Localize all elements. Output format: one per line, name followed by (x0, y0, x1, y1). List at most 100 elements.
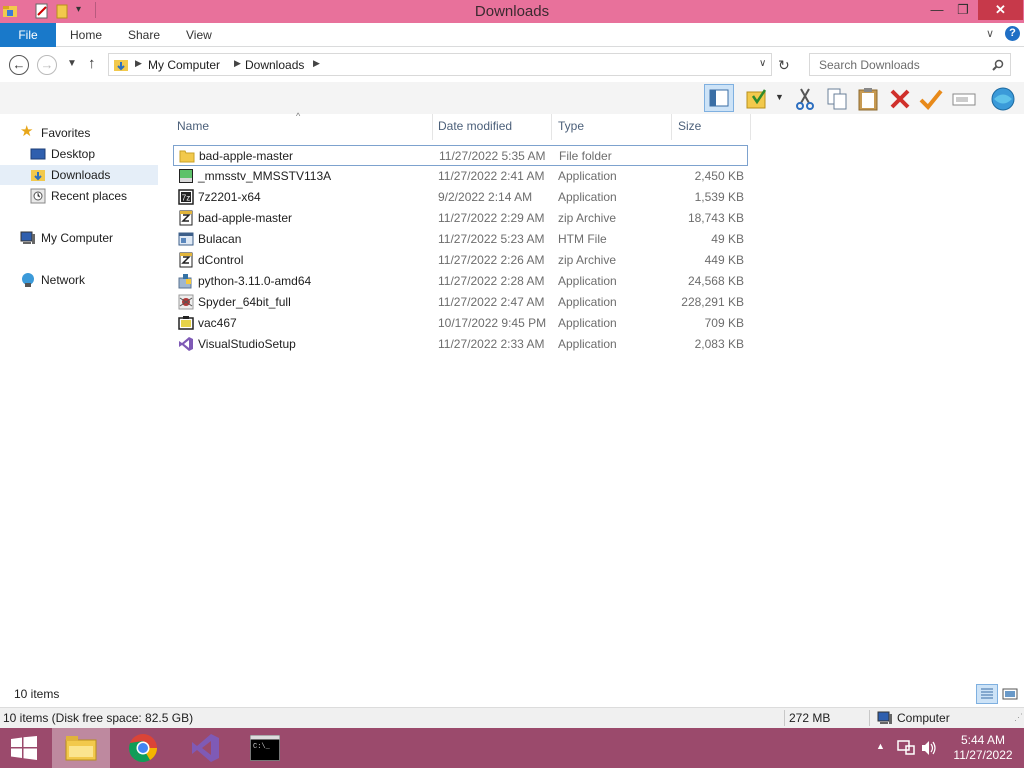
search-input[interactable]: Search Downloads (809, 53, 1011, 76)
network-status-icon[interactable] (897, 740, 915, 756)
address-bar[interactable]: ▶ My Computer ▶ Downloads ▶ ∨ (108, 53, 772, 76)
copy-icon[interactable] (824, 86, 850, 112)
nav-item-desktop[interactable]: Desktop (0, 144, 158, 164)
column-header-type[interactable]: Type (558, 119, 584, 133)
taskbar-command-prompt[interactable]: C:\_ (236, 728, 294, 768)
file-size: 449 KB (704, 253, 744, 267)
column-header-name[interactable]: Name (177, 119, 209, 133)
file-date: 11/27/2022 2:41 AM (438, 169, 545, 183)
nav-my-computer[interactable]: My Computer (0, 228, 158, 248)
spyder-icon (178, 294, 194, 310)
nav-item-recent-places[interactable]: Recent places (0, 186, 158, 206)
delete-icon[interactable] (887, 86, 913, 112)
cut-icon[interactable] (792, 86, 818, 112)
file-date: 11/27/2022 2:28 AM (438, 274, 545, 288)
file-type: zip Archive (558, 211, 617, 225)
close-button[interactable]: ✕ (978, 0, 1023, 20)
help-icon[interactable]: ? (1005, 26, 1020, 41)
file-list: ^ Name Date modified Type Size bad-apple… (173, 111, 773, 674)
expand-ribbon-icon[interactable]: ∨ (986, 27, 994, 40)
view-buttons (976, 684, 1020, 704)
star-icon: ★ (20, 123, 34, 140)
column-divider[interactable] (432, 114, 433, 140)
up-button[interactable]: ↑ (88, 55, 96, 72)
taskbar-chrome[interactable] (114, 728, 172, 768)
file-type: Application (558, 295, 617, 309)
file-row[interactable]: vac467 10/17/2022 9:45 PM Application 70… (173, 313, 748, 334)
back-button[interactable]: ← (9, 55, 29, 75)
taskbar-file-explorer[interactable] (52, 728, 110, 768)
breadcrumb-my-computer[interactable]: My Computer (148, 58, 220, 72)
nav-network[interactable]: Network (0, 270, 158, 290)
folder-options-dropdown-icon[interactable]: ▼ (775, 92, 784, 102)
toolbar: ▼ (0, 82, 1024, 114)
file-name: bad-apple-master (198, 211, 293, 225)
tab-view[interactable]: View (186, 23, 212, 47)
python-icon (178, 274, 192, 289)
file-row[interactable]: VisualStudioSetup 11/27/2022 2:33 AM App… (173, 334, 748, 355)
file-name: bad-apple-master (199, 149, 294, 163)
minimize-button[interactable]: — (924, 0, 950, 20)
sort-ascending-icon: ^ (296, 111, 301, 121)
system-clock[interactable]: 5:44 AM 11/27/2022 (945, 733, 1021, 763)
network-globe-icon[interactable] (990, 86, 1016, 112)
nav-favorites[interactable]: ★ Favorites (0, 123, 158, 143)
file-type: Application (558, 274, 617, 288)
file-row[interactable]: Spyder_64bit_full 11/27/2022 2:47 AM App… (173, 292, 748, 313)
volume-icon[interactable] (920, 740, 938, 756)
file-date: 11/27/2022 5:23 AM (438, 232, 545, 246)
tab-file[interactable]: File (0, 23, 56, 47)
command-prompt-icon: C:\_ (250, 735, 280, 761)
tab-home[interactable]: Home (70, 23, 102, 47)
folder-icon (179, 150, 195, 163)
file-size: 2,450 KB (694, 169, 744, 183)
search-icon[interactable] (992, 59, 1004, 71)
checkmark-icon[interactable] (918, 86, 944, 112)
breadcrumb-chevron-icon[interactable]: ▶ (313, 58, 320, 69)
taskbar-visual-studio[interactable] (176, 728, 234, 768)
file-date: 9/2/2022 2:14 AM (438, 190, 533, 204)
start-button[interactable] (10, 736, 38, 760)
search-placeholder: Search Downloads (819, 58, 920, 72)
file-row[interactable]: 7z 7z2201-x64 9/2/2022 2:14 AM Applicati… (173, 187, 748, 208)
file-row[interactable]: _mmsstv_MMSSTV113A 11/27/2022 2:41 AM Ap… (173, 166, 748, 187)
tab-share[interactable]: Share (128, 23, 160, 47)
folder-options-icon[interactable] (745, 86, 771, 112)
address-row: ← → ▼ ↑ ▶ My Computer ▶ Downloads ▶ ∨ ↻ … (0, 48, 1024, 82)
nav-item-label: Network (41, 273, 86, 287)
file-date: 11/27/2022 2:33 AM (438, 337, 545, 351)
rename-icon[interactable] (951, 86, 977, 112)
large-icons-view-icon[interactable] (1000, 684, 1020, 704)
column-header-date[interactable]: Date modified (438, 119, 512, 133)
nav-item-downloads[interactable]: Downloads (0, 165, 158, 185)
recent-locations-icon[interactable]: ▼ (67, 58, 77, 69)
breadcrumb-downloads[interactable]: Downloads (245, 58, 304, 72)
preview-pane-button[interactable] (704, 84, 734, 112)
file-name: vac467 (198, 316, 237, 330)
column-divider[interactable] (750, 114, 751, 140)
file-row[interactable]: Bulacan 11/27/2022 5:23 AM HTM File 49 K… (173, 229, 748, 250)
details-view-icon[interactable] (976, 684, 998, 704)
column-divider[interactable] (551, 114, 552, 140)
file-explorer-icon (65, 736, 97, 761)
file-row[interactable]: dControl 11/27/2022 2:26 AM zip Archive … (173, 250, 748, 271)
file-type: HTM File (558, 232, 607, 246)
show-hidden-icons[interactable]: ▲ (876, 741, 885, 751)
address-dropdown-icon[interactable]: ∨ (759, 58, 766, 69)
zip-icon (179, 210, 193, 226)
breadcrumb-chevron-icon[interactable]: ▶ (135, 58, 142, 69)
column-header-size[interactable]: Size (678, 119, 701, 133)
column-divider[interactable] (671, 114, 672, 140)
nav-item-label: Desktop (51, 147, 96, 161)
navigation-pane: ★ Favorites Desktop Downloads Recent pla… (0, 114, 160, 684)
file-row[interactable]: bad-apple-master 11/27/2022 5:35 AM File… (173, 145, 748, 166)
paste-icon[interactable] (856, 86, 882, 112)
forward-button[interactable]: → (37, 55, 57, 75)
file-name: Bulacan (198, 232, 242, 246)
maximize-button[interactable]: ❐ (950, 0, 976, 20)
refresh-icon[interactable]: ↻ (778, 57, 790, 74)
file-row[interactable]: bad-apple-master 11/27/2022 2:29 AM zip … (173, 208, 748, 229)
breadcrumb-chevron-icon[interactable]: ▶ (234, 58, 241, 69)
file-row[interactable]: python-3.11.0-amd64 11/27/2022 2:28 AM A… (173, 271, 748, 292)
resize-grip-icon[interactable]: ⋰ (1014, 712, 1023, 723)
